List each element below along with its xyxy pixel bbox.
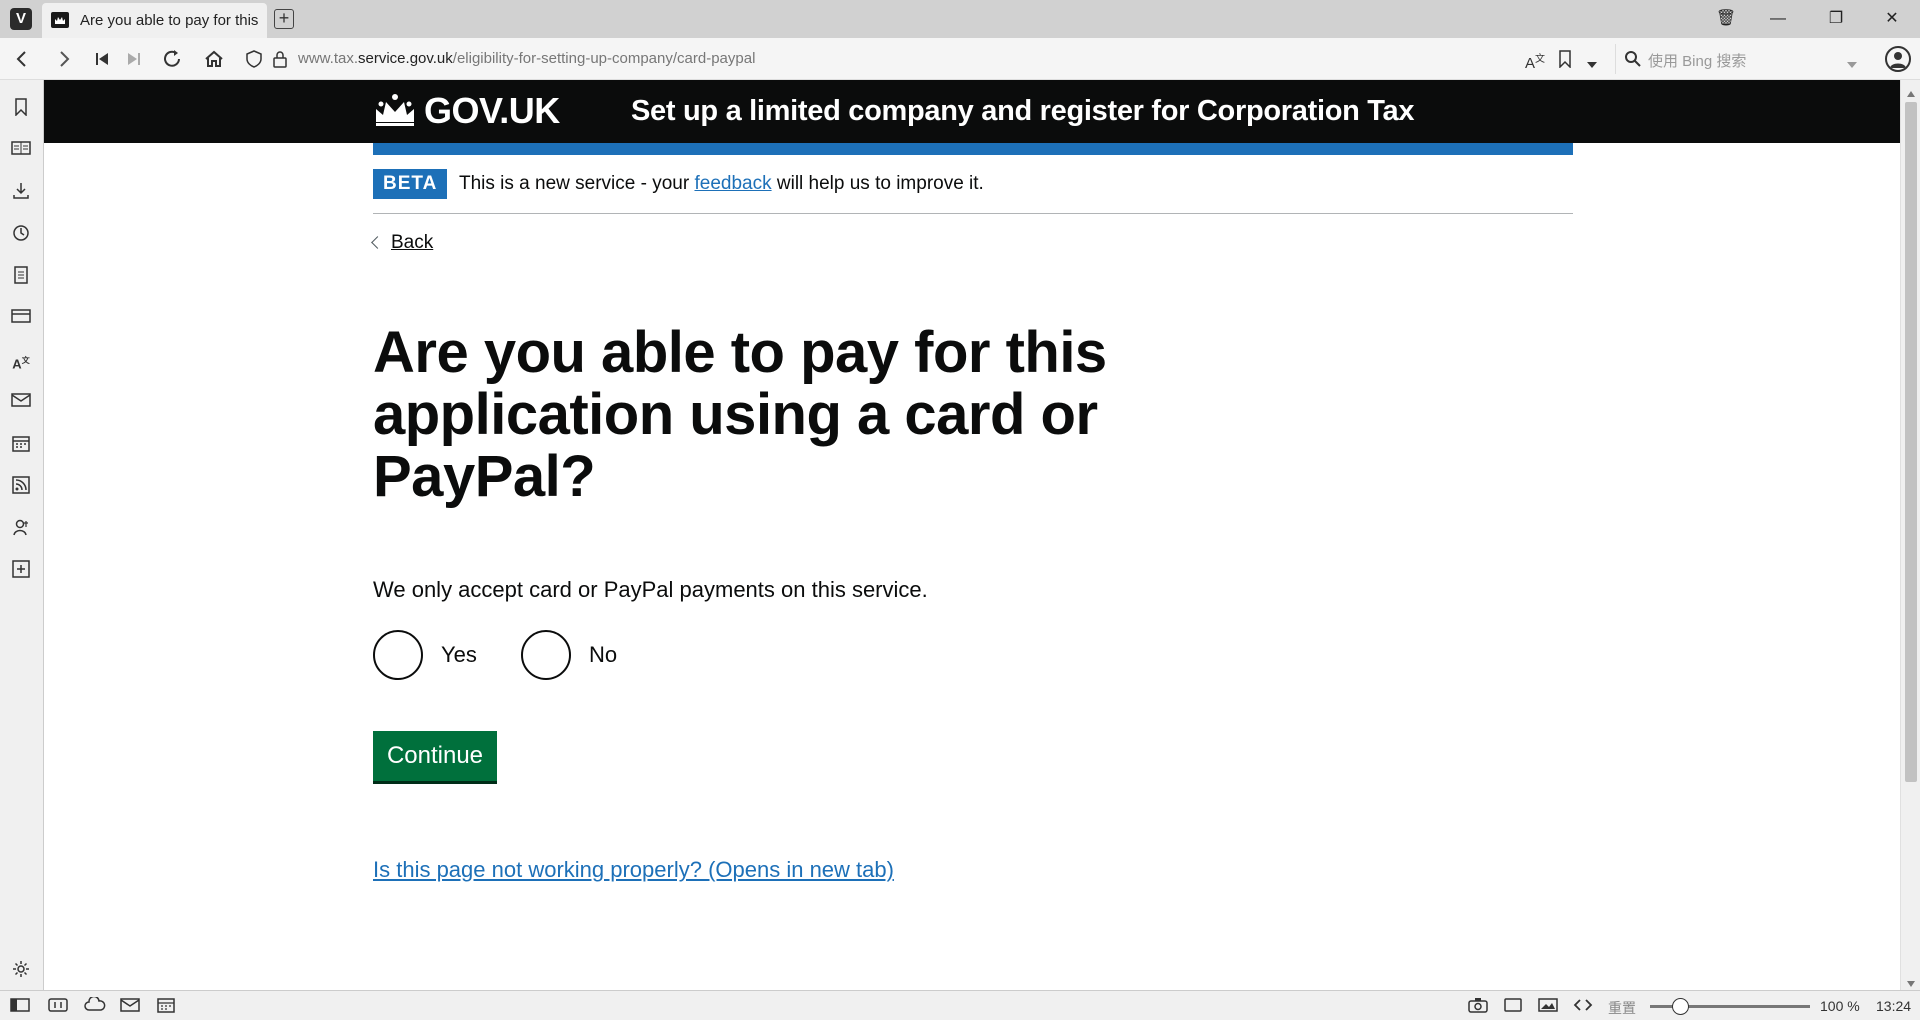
notes-icon[interactable] — [10, 266, 32, 288]
header-blue-bar — [373, 143, 1573, 155]
back-nav-icon[interactable] — [10, 47, 34, 71]
beta-tag: BETA — [373, 169, 448, 199]
trash-icon[interactable]: 🗑 — [1708, 7, 1744, 31]
question-hint: We only accept card or PayPal payments o… — [373, 577, 928, 602]
zoom-reset-label[interactable]: 重置 — [1608, 998, 1636, 1018]
bookmarks-panel-icon[interactable] — [10, 98, 32, 120]
tile-window-icon[interactable] — [1503, 997, 1523, 1015]
address-bar: www.tax.service.gov.uk/eligibility-for-s… — [0, 38, 1920, 80]
crown-logo-icon[interactable] — [372, 92, 418, 131]
vertical-scrollbar[interactable] — [1900, 80, 1920, 990]
reload-icon[interactable] — [160, 47, 184, 71]
close-window-button[interactable]: ✕ — [1874, 7, 1910, 31]
capture-camera-icon[interactable] — [1468, 997, 1488, 1015]
search-icon — [1624, 50, 1644, 73]
status-bar: 重置 100 % 13:24 — [0, 990, 1920, 1020]
radio-yes-label[interactable]: Yes — [441, 642, 477, 668]
home-icon[interactable] — [202, 47, 226, 71]
calendar-status-icon[interactable] — [156, 997, 176, 1015]
profile-avatar-icon[interactable] — [1885, 46, 1911, 72]
continue-button[interactable]: Continue — [373, 731, 497, 781]
page-actions-code-icon[interactable] — [1573, 997, 1593, 1015]
page-viewport: GOV.UK Set up a limited company and regi… — [44, 80, 1900, 990]
search-engine-chevron-icon[interactable] — [1846, 56, 1858, 74]
tab-tiling-icon[interactable] — [48, 997, 68, 1015]
tab-title: Are you able to pay for this — [80, 12, 259, 29]
back-link-text: Back — [391, 232, 434, 253]
contacts-icon[interactable] — [10, 518, 32, 540]
mail-icon[interactable] — [10, 392, 32, 414]
govuk-logo-text[interactable]: GOV.UK — [424, 90, 560, 132]
sync-cloud-icon[interactable] — [84, 995, 106, 1015]
radio-no-circle[interactable] — [521, 630, 571, 680]
govuk-header: GOV.UK Set up a limited company and regi… — [44, 80, 1900, 143]
scroll-up-arrow-icon[interactable] — [1906, 85, 1916, 103]
radio-no-label[interactable]: No — [589, 642, 617, 668]
page-heading: Are you able to pay for this application… — [373, 320, 1107, 509]
url-field[interactable]: www.tax.service.gov.uk/eligibility-for-s… — [240, 44, 1610, 74]
minimize-button[interactable]: — — [1760, 7, 1796, 31]
toggle-panel-icon[interactable] — [10, 997, 30, 1015]
scrollbar-thumb[interactable] — [1905, 102, 1917, 782]
feeds-icon[interactable] — [10, 476, 32, 498]
lock-icon[interactable] — [272, 50, 288, 73]
dropdown-chevron-icon[interactable] — [1586, 56, 1598, 74]
shield-icon[interactable] — [245, 50, 263, 73]
service-name-link[interactable]: Set up a limited company and register fo… — [631, 95, 1415, 128]
history-icon[interactable] — [10, 224, 32, 246]
fast-forward-icon[interactable] — [122, 47, 146, 71]
vivaldi-menu-icon[interactable]: V — [10, 8, 32, 30]
search-field[interactable]: 使用 Bing 搜索 — [1615, 44, 1865, 74]
url-text: www.tax.service.gov.uk/eligibility-for-s… — [298, 50, 756, 67]
browser-window: V Are you able to pay for this + 🗑 — ❐ ✕ — [0, 0, 1920, 1020]
clock-time: 13:24 — [1876, 998, 1912, 1014]
mail-status-icon[interactable] — [120, 997, 140, 1015]
downloads-icon[interactable] — [10, 182, 32, 204]
radio-yes-circle[interactable] — [373, 630, 423, 680]
search-placeholder: 使用 Bing 搜索 — [1648, 53, 1747, 70]
restore-button[interactable]: ❐ — [1818, 7, 1854, 31]
translate-icon[interactable]: A文 — [1525, 50, 1545, 72]
reading-list-icon[interactable] — [10, 140, 32, 162]
new-tab-button[interactable]: + — [274, 9, 294, 29]
phase-banner-text: This is a new service - your feedback wi… — [459, 173, 984, 194]
calendar-icon[interactable] — [10, 434, 32, 456]
window-panel-icon[interactable] — [10, 308, 32, 330]
translate-panel-icon[interactable]: A文 — [10, 350, 32, 372]
side-panel: A文 — [0, 80, 44, 990]
phase-banner: BETA This is a new service - your feedba… — [373, 169, 1573, 214]
back-chevron-icon — [371, 236, 384, 249]
tab-bar: V Are you able to pay for this + 🗑 — ❐ ✕ — [0, 0, 1920, 38]
forward-nav-icon[interactable] — [52, 47, 76, 71]
rewind-icon[interactable] — [90, 47, 114, 71]
image-toggle-icon[interactable] — [1538, 997, 1558, 1015]
add-web-panel-icon[interactable] — [10, 560, 32, 582]
feedback-link[interactable]: feedback — [694, 173, 771, 194]
zoom-slider-knob[interactable] — [1672, 998, 1689, 1015]
govuk-crown-favicon-icon — [51, 12, 69, 28]
bookmark-icon[interactable] — [1558, 50, 1572, 73]
tab-active[interactable]: Are you able to pay for this — [42, 3, 267, 38]
zoom-level: 100 % — [1820, 998, 1860, 1014]
report-problem-link[interactable]: Is this page not working properly? (Open… — [373, 857, 894, 883]
settings-gear-icon[interactable] — [10, 960, 32, 982]
